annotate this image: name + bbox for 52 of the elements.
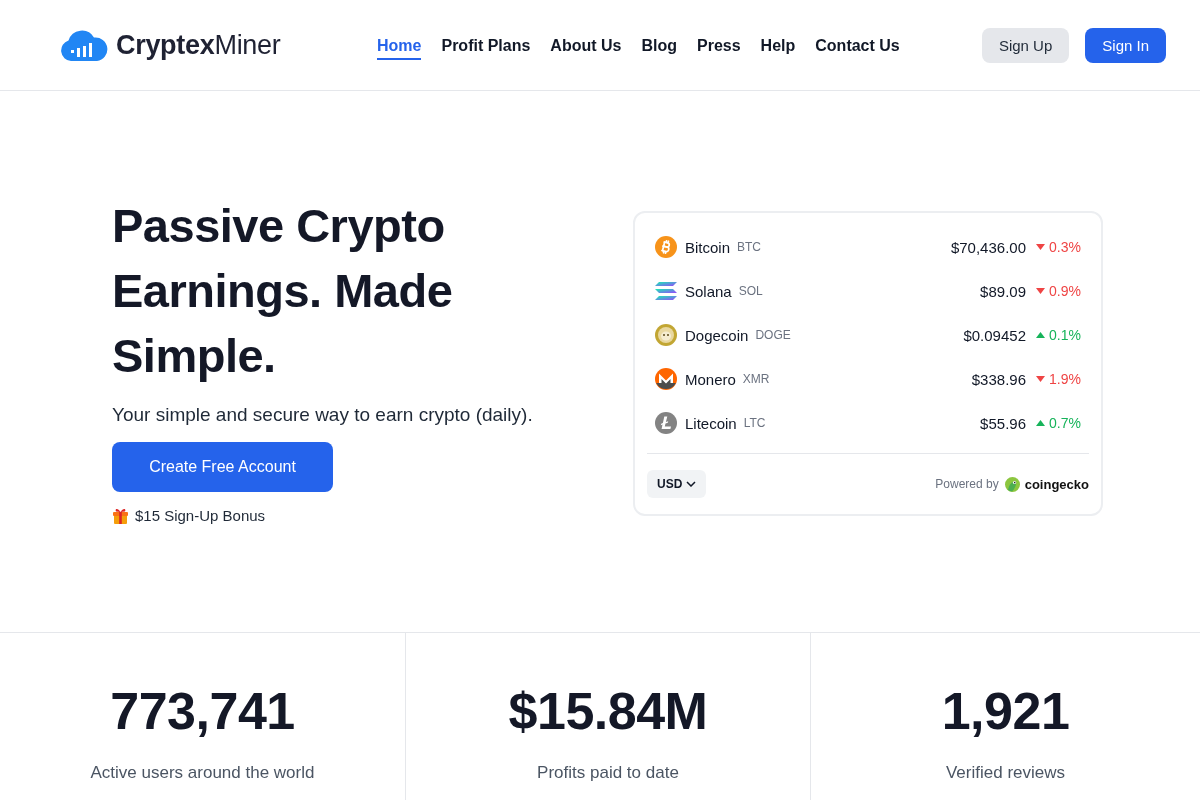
nav-link[interactable]: Help [760, 30, 796, 60]
stat-value: 773,741 [110, 681, 295, 742]
price-change: 0.9% [1049, 283, 1081, 299]
coin-name: Monero [685, 370, 736, 388]
coin-symbol: DOGE [755, 328, 791, 342]
coin-symbol: LTC [743, 416, 766, 430]
hero-subtitle: Your simple and secure way to earn crypto (daily). [112, 404, 533, 426]
l-coin-icon [655, 412, 677, 434]
coin-name: Litecoin [685, 414, 737, 432]
nav-link[interactable]: Press [697, 30, 741, 60]
create-account-button[interactable]: Create Free Account [112, 442, 333, 492]
coingecko-wordmark[interactable]: coingecko [1024, 476, 1089, 492]
price-change: 1.9% [1049, 371, 1081, 387]
chevron-down-icon [686, 481, 697, 487]
powered-by-text: Powered by [935, 477, 999, 491]
coin-symbol: XMR [742, 372, 770, 386]
coin-price: $70,436.00 [950, 238, 1026, 256]
hero-headline: Passive Crypto Earnings. Made Simple. [112, 198, 454, 384]
price-change: 0.1% [1049, 327, 1081, 343]
coin-price: $338.96 [971, 370, 1026, 388]
nav-link[interactable]: Home [377, 30, 422, 60]
nav-link[interactable]: About Us [550, 30, 622, 60]
coin-symbol: SOL [738, 284, 763, 298]
stat-label: Active users around the world [90, 763, 315, 783]
stat-label: Profits paid to date [537, 763, 679, 783]
bonus-text: $15 Sign-Up Bonus [135, 507, 266, 524]
sign-up-button[interactable]: Sign Up [981, 27, 1070, 63]
currency-dropdown[interactable]: USD [647, 470, 707, 498]
cloud-logo-icon[interactable] [60, 29, 108, 61]
coin-price: $0.09452 [963, 326, 1026, 344]
coin-symbol: BTC [737, 240, 762, 254]
gift-icon [112, 507, 129, 524]
sign-in-button[interactable]: Sign In [1085, 27, 1166, 63]
nav-link[interactable]: Blog [641, 30, 677, 60]
coin-name: Solana [685, 282, 732, 300]
m-coin-icon [655, 368, 677, 390]
gecko-icon[interactable] [1004, 476, 1020, 492]
nav-link[interactable]: Profit Plans [441, 30, 531, 60]
logo-wordmark[interactable]: CryptexMiner [116, 29, 281, 61]
nav-link[interactable]: Contact Us [815, 30, 900, 60]
coin-price: $55.96 [980, 414, 1026, 432]
coin-name: Bitcoin [685, 238, 731, 256]
face-coin-icon [655, 324, 677, 346]
coin-name: Dogecoin [685, 326, 749, 344]
stat-value: $15.84M [508, 681, 708, 742]
coin-price: $89.09 [980, 282, 1026, 300]
stat-label: Verified reviews [945, 763, 1066, 783]
price-change: 0.7% [1049, 415, 1081, 431]
b-coin-icon [655, 236, 677, 258]
price-change: 0.3% [1049, 239, 1081, 255]
striped-bars-icon [655, 280, 677, 302]
stat-value: 1,921 [941, 681, 1070, 742]
